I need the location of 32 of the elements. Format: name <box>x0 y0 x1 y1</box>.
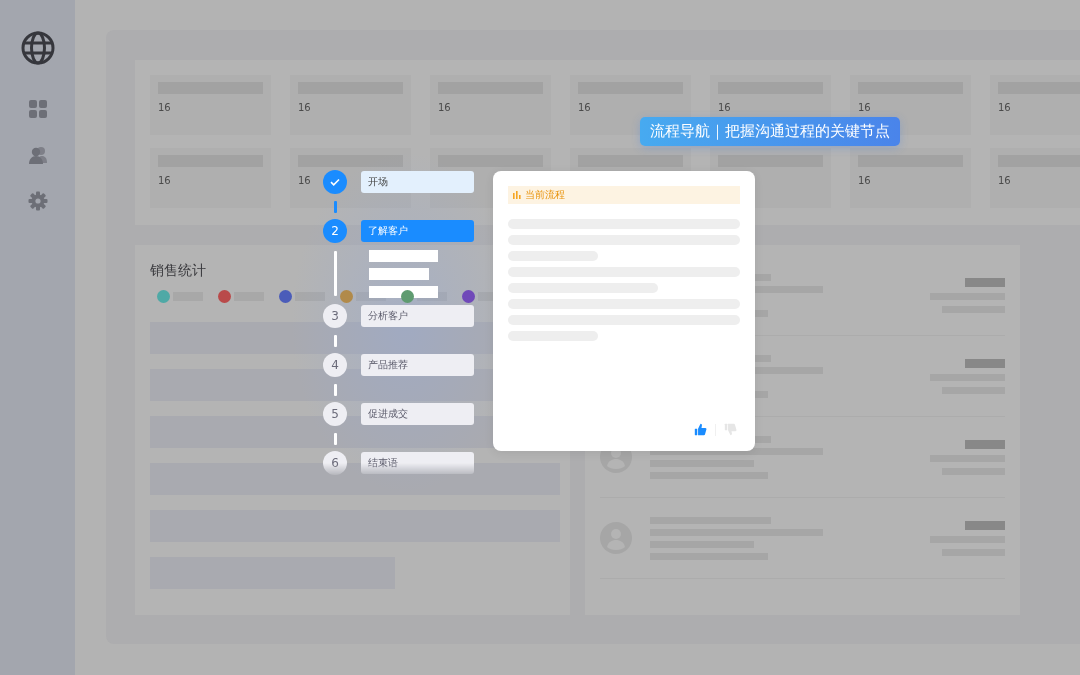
bar-chart-icon <box>513 191 521 199</box>
stat-value: 16 <box>718 102 731 113</box>
stat-value: 16 <box>298 102 311 113</box>
stat-value: 16 <box>578 102 591 113</box>
stat-value: 16 <box>438 102 451 113</box>
stat-value: 16 <box>298 175 311 186</box>
step-item[interactable]: 结束语 <box>361 452 474 474</box>
step-item[interactable]: 促进成交 <box>361 403 474 425</box>
step-item[interactable]: 了解客户 <box>361 220 474 242</box>
globe-icon[interactable] <box>20 31 55 65</box>
stat-value: 16 <box>858 102 871 113</box>
grid-icon[interactable] <box>27 99 48 119</box>
feature-banner: 流程导航｜把握沟通过程的关键节点 <box>640 117 900 146</box>
step-item[interactable]: 开场 <box>361 171 474 193</box>
step-item[interactable]: 分析客户 <box>361 305 474 327</box>
stat-value: 16 <box>158 175 171 186</box>
users-icon[interactable] <box>27 145 48 165</box>
stat-value: 16 <box>998 175 1011 186</box>
panel-title: 销售统计 <box>150 261 206 279</box>
placeholder-bar <box>965 358 1005 368</box>
thumbs-up-icon[interactable] <box>694 423 707 436</box>
thumbs-down-icon[interactable] <box>724 423 737 436</box>
check-icon <box>329 176 341 188</box>
stat-value: 16 <box>158 102 171 113</box>
placeholder-bar <box>965 439 1005 449</box>
step-item[interactable]: 产品推荐 <box>361 354 474 376</box>
current-step-header: 当前流程 <box>508 186 740 204</box>
settings-icon[interactable] <box>27 191 48 211</box>
stat-value: 16 <box>858 175 871 186</box>
stat-value: 16 <box>998 102 1011 113</box>
placeholder-bar <box>965 520 1005 530</box>
placeholder-bar <box>965 277 1005 287</box>
